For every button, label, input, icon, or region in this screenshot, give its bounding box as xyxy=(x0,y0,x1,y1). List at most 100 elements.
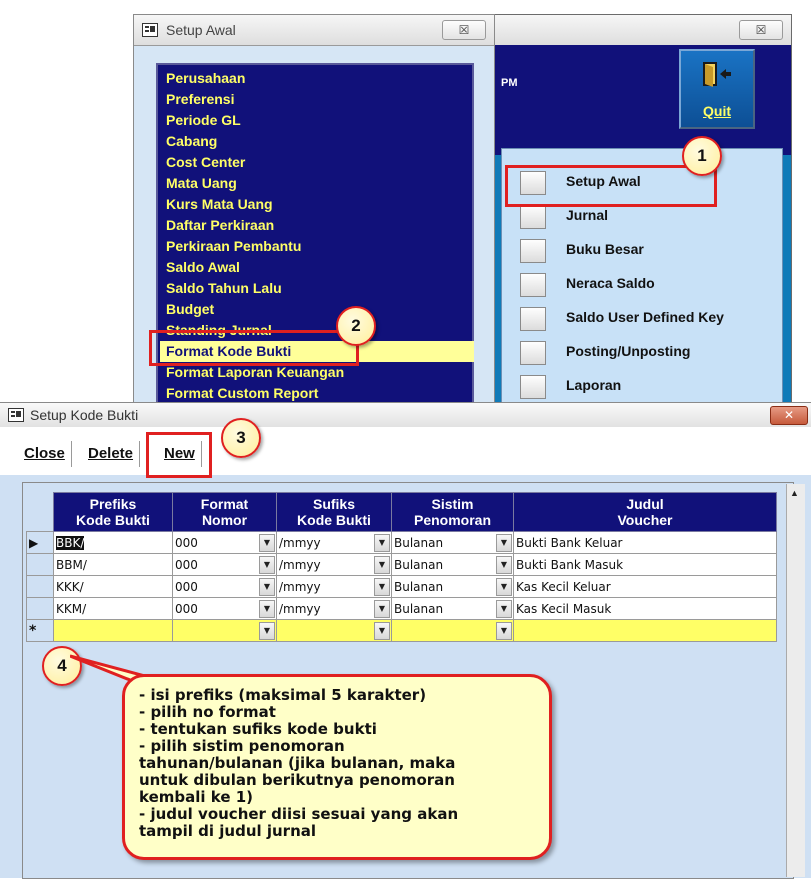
callout-box-setup-awal xyxy=(505,165,717,207)
menu-label-buku-besar[interactable]: Buku Besar xyxy=(566,241,644,257)
new-record-row[interactable]: * ▼ ▼ ▼ xyxy=(26,619,777,642)
col-header-sufiks[interactable]: Sufiks Kode Bukti xyxy=(276,492,392,532)
dropdown-arrow-icon[interactable]: ▼ xyxy=(496,622,512,640)
main-window-close-button[interactable]: ☒ xyxy=(739,20,783,40)
menu-label-neraca-saldo[interactable]: Neraca Saldo xyxy=(566,275,655,291)
list-item[interactable]: Perusahaan xyxy=(166,68,245,89)
col-header-sistim[interactable]: Sistim Penomoran xyxy=(391,492,514,532)
list-item[interactable]: Saldo Tahun Lalu xyxy=(166,278,282,299)
cell-sufiks[interactable]: /mmyy ▼ xyxy=(276,575,392,598)
cell-sistim[interactable]: Bulanan ▼ xyxy=(391,575,514,598)
menu-label-saldo-user-defined-key[interactable]: Saldo User Defined Key xyxy=(566,309,724,325)
col-header-format[interactable]: Format Nomor xyxy=(172,492,277,532)
cell-sistim[interactable]: ▼ xyxy=(391,619,514,642)
menu-label-posting[interactable]: Posting/Unposting xyxy=(566,343,690,359)
cell-judul[interactable]: Kas Kecil Masuk xyxy=(513,597,777,620)
cell-text: Bulanan xyxy=(394,579,444,594)
menu-label-laporan[interactable]: Laporan xyxy=(566,377,621,393)
menu-button-saldo-user-defined-key[interactable] xyxy=(520,307,546,331)
cell-prefiks[interactable]: KKK/ xyxy=(53,575,173,598)
cell-judul[interactable]: Bukti Bank Keluar xyxy=(513,531,777,554)
kode-bukti-grid[interactable]: Prefiks Kode Bukti Format Nomor Sufiks Kode… xyxy=(26,492,777,642)
menu-button-jurnal[interactable] xyxy=(520,205,546,229)
table-row[interactable]: KKM/ 000 ▼ /mmyy ▼ Bulanan ▼ Kas Kecil Masu… xyxy=(26,597,777,620)
cell-format[interactable]: 000 ▼ xyxy=(172,597,277,620)
close-button[interactable]: Close xyxy=(18,441,72,467)
list-item[interactable]: Kurs Mata Uang xyxy=(166,194,273,215)
menu-button-laporan[interactable] xyxy=(520,375,546,399)
scroll-up-icon[interactable]: ▲ xyxy=(790,488,799,498)
menu-button-neraca-saldo[interactable] xyxy=(520,273,546,297)
cell-sufiks[interactable]: ▼ xyxy=(276,619,392,642)
col-header-text: Sistim xyxy=(431,496,474,512)
cell-sufiks[interactable]: /mmyy ▼ xyxy=(276,531,392,554)
cell-text: Kas Kecil Masuk xyxy=(516,601,612,616)
cell-judul[interactable]: Kas Kecil Keluar xyxy=(513,575,777,598)
dropdown-arrow-icon[interactable]: ▼ xyxy=(496,556,512,574)
row-header xyxy=(26,597,54,620)
list-item[interactable]: Budget xyxy=(166,299,214,320)
dropdown-arrow-icon[interactable]: ▼ xyxy=(259,578,275,596)
setup-kode-bukti-title: Setup Kode Bukti xyxy=(30,407,139,423)
current-row-indicator: ▶ xyxy=(26,531,54,554)
list-item[interactable]: Daftar Perkiraan xyxy=(166,215,274,236)
cell-sistim[interactable]: Bulanan ▼ xyxy=(391,531,514,554)
row-header xyxy=(26,553,54,576)
dropdown-arrow-icon[interactable]: ▼ xyxy=(496,600,512,618)
menu-label-jurnal[interactable]: Jurnal xyxy=(566,207,608,223)
list-item[interactable]: Format Custom Report xyxy=(166,383,318,404)
setup-awal-close-button[interactable]: ☒ xyxy=(442,20,486,40)
delete-button[interactable]: Delete xyxy=(82,441,141,467)
quit-button[interactable]: Quit xyxy=(679,49,755,129)
cell-sistim[interactable]: Bulanan ▼ xyxy=(391,597,514,620)
dropdown-arrow-icon[interactable]: ▼ xyxy=(374,600,390,618)
row-header xyxy=(26,575,54,598)
cell-sistim[interactable]: Bulanan ▼ xyxy=(391,553,514,576)
cell-judul[interactable]: Bukti Bank Masuk xyxy=(513,553,777,576)
menu-button-posting[interactable] xyxy=(520,341,546,365)
cell-judul[interactable] xyxy=(513,619,777,642)
dropdown-arrow-icon[interactable]: ▼ xyxy=(259,534,275,552)
list-item[interactable]: Perkiraan Pembantu xyxy=(166,236,301,257)
table-row[interactable]: ▶ BBK/ 000 ▼ /mmyy ▼ Bulanan ▼ Bukti Bank K… xyxy=(26,531,777,554)
dropdown-arrow-icon[interactable]: ▼ xyxy=(496,578,512,596)
list-item[interactable]: Cost Center xyxy=(166,152,245,173)
dropdown-arrow-icon[interactable]: ▼ xyxy=(374,622,390,640)
col-header-prefiks[interactable]: Prefiks Kode Bukti xyxy=(53,492,173,532)
list-item[interactable]: Cabang xyxy=(166,131,217,152)
cell-format[interactable]: 000 ▼ xyxy=(172,531,277,554)
cell-text: KKK/ xyxy=(56,579,84,594)
dropdown-arrow-icon[interactable]: ▼ xyxy=(374,534,390,552)
vertical-scrollbar[interactable]: ▲ xyxy=(786,484,805,877)
cell-text: /mmyy xyxy=(279,601,321,616)
list-item[interactable]: Saldo Awal xyxy=(166,257,240,278)
table-row[interactable]: BBM/ 000 ▼ /mmyy ▼ Bulanan ▼ Bukti Bank Mas… xyxy=(26,553,777,576)
col-header-text: Judul xyxy=(626,496,664,512)
cell-sufiks[interactable]: /mmyy ▼ xyxy=(276,553,392,576)
dropdown-arrow-icon[interactable]: ▼ xyxy=(374,556,390,574)
list-item[interactable]: Periode GL xyxy=(166,110,241,131)
cell-prefiks[interactable]: BBK/ xyxy=(53,531,173,554)
cell-format[interactable]: 000 ▼ xyxy=(172,553,277,576)
setup-awal-title: Setup Awal xyxy=(166,22,236,38)
setup-kode-bukti-close-button[interactable]: ✕ xyxy=(770,406,808,425)
dropdown-arrow-icon[interactable]: ▼ xyxy=(259,600,275,618)
table-row[interactable]: KKK/ 000 ▼ /mmyy ▼ Bulanan ▼ Kas Kecil Kelu… xyxy=(26,575,777,598)
dropdown-arrow-icon[interactable]: ▼ xyxy=(496,534,512,552)
dropdown-arrow-icon[interactable]: ▼ xyxy=(374,578,390,596)
col-header-text: Format xyxy=(200,496,249,512)
list-item[interactable]: Preferensi xyxy=(166,89,234,110)
cell-prefiks[interactable] xyxy=(53,619,173,642)
cell-format[interactable]: ▼ xyxy=(172,619,277,642)
cell-prefiks[interactable]: KKM/ xyxy=(53,597,173,620)
cell-format[interactable]: 000 ▼ xyxy=(172,575,277,598)
dropdown-arrow-icon[interactable]: ▼ xyxy=(259,556,275,574)
list-item[interactable]: Mata Uang xyxy=(166,173,237,194)
col-header-judul[interactable]: Judul Voucher xyxy=(513,492,777,532)
cell-prefiks[interactable]: BBM/ xyxy=(53,553,173,576)
cell-text: 000 xyxy=(175,535,198,550)
menu-button-buku-besar[interactable] xyxy=(520,239,546,263)
dropdown-arrow-icon[interactable]: ▼ xyxy=(259,622,275,640)
cell-text: 000 xyxy=(175,601,198,616)
cell-sufiks[interactable]: /mmyy ▼ xyxy=(276,597,392,620)
